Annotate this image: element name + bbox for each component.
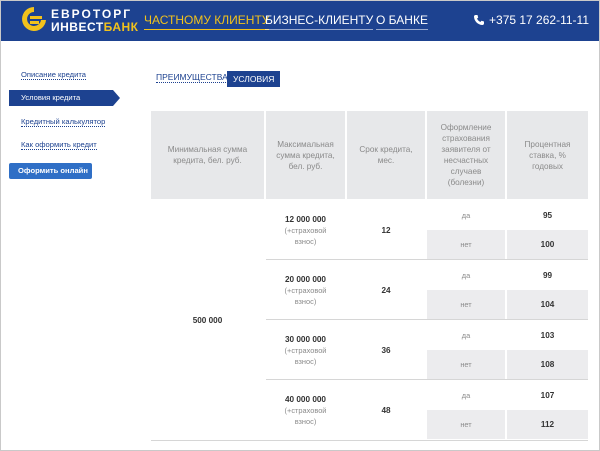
logo-mark-icon <box>22 7 46 31</box>
term-cell: 48 <box>381 405 391 415</box>
rate-cell: 112 <box>507 410 588 439</box>
tab-conditions[interactable]: УСЛОВИЯ <box>227 71 281 87</box>
insurance-cell: да <box>461 390 471 400</box>
table-header: Минимальная сумма кредита, бел. руб. Мак… <box>151 111 588 199</box>
insurance-cell: нет <box>427 410 505 439</box>
rate-cell: 104 <box>507 290 588 319</box>
max-amount-value: 30 000 000 <box>285 334 326 344</box>
sidebar-item-loan-conditions[interactable]: Условия кредита <box>9 90 113 106</box>
tab-advantages[interactable]: ПРЕИМУЩЕСТВА <box>156 72 228 83</box>
logo-line1: ЕВРОТОРГ <box>51 7 133 21</box>
max-amount-value: 12 000 000 <box>285 214 326 224</box>
insurance-cell: нет <box>427 290 505 319</box>
max-amount-cell: 20 000 000 (+страховой взнос) <box>266 260 345 320</box>
rate-cell: 99 <box>542 270 553 280</box>
column-header-rate: Процентная ставка, % годовых <box>524 139 571 171</box>
logo-line2: ИНВЕСТБАНК <box>51 20 139 34</box>
active-item-arrow <box>113 90 120 106</box>
rate-cell: 100 <box>507 230 588 259</box>
rate-cell: 108 <box>507 350 588 379</box>
insurance-fee-note: (+страховой взнос) <box>284 285 327 306</box>
sidebar-item-loan-description[interactable]: Описание кредита <box>21 70 86 80</box>
phone-icon <box>474 15 485 25</box>
column-header-insurance: Оформление страхования заявителя от несч… <box>440 123 492 187</box>
rate-cell: 95 <box>542 210 553 220</box>
nav-private-clients[interactable]: ЧАСТНОМУ КЛИЕНТУ <box>144 13 270 30</box>
rate-cell: 107 <box>540 390 555 400</box>
column-header-min-amount: Минимальная сумма кредита, бел. руб. <box>167 145 248 165</box>
page: ЕВРОТОРГ ИНВЕСТБАНК ЧАСТНОМУ КЛИЕНТУ БИЗ… <box>0 0 600 451</box>
phone-label: +375 17 262-11-11 <box>489 13 589 27</box>
sidebar-item-how-to-apply[interactable]: Как оформить кредит <box>21 140 97 150</box>
top-bar: ЕВРОТОРГ ИНВЕСТБАНК ЧАСТНОМУ КЛИЕНТУ БИЗ… <box>1 1 599 41</box>
term-cell: 12 <box>381 225 391 235</box>
insurance-cell: да <box>461 330 471 340</box>
insurance-fee-note: (+страховой взнос) <box>284 345 327 366</box>
max-amount-value: 20 000 000 <box>285 274 326 284</box>
term-cell: 24 <box>381 285 391 295</box>
max-amount-value: 40 000 000 <box>285 394 326 404</box>
sidebar-item-label: Кредитный калькулятор <box>21 117 106 127</box>
nav-about-bank[interactable]: О БАНКЕ <box>376 13 428 30</box>
logo-line2-a: ИНВЕСТ <box>51 20 104 34</box>
sidebar-item-loan-calculator[interactable]: Кредитный калькулятор <box>21 117 106 127</box>
sidebar-item-label: Как оформить кредит <box>21 140 97 150</box>
insurance-cell: да <box>461 270 471 280</box>
insurance-cell: да <box>461 210 471 220</box>
sidebar-item-label: Описание кредита <box>21 70 86 80</box>
apply-online-button[interactable]: Оформить онлайн <box>9 163 92 179</box>
rate-cell: 103 <box>540 330 555 340</box>
table-bottom-rule <box>151 440 588 441</box>
insurance-fee-note: (+страховой взнос) <box>284 225 327 246</box>
column-header-max-amount: Максимальная сумма кредита, бел. руб. <box>276 139 335 171</box>
min-amount-cell: 500 000 <box>192 315 223 325</box>
insurance-cell: нет <box>427 350 505 379</box>
max-amount-cell: 40 000 000 (+страховой взнос) <box>266 380 345 440</box>
logo-line2-b: БАНК <box>103 20 139 34</box>
column-header-term: Срок кредита, мес. <box>359 145 413 165</box>
max-amount-cell: 12 000 000 (+страховой взнос) <box>266 200 345 260</box>
max-amount-cell: 30 000 000 (+страховой взнос) <box>266 320 345 380</box>
insurance-fee-note: (+страховой взнос) <box>284 405 327 426</box>
nav-business-clients[interactable]: БИЗНЕС-КЛИЕНТУ <box>265 13 374 30</box>
insurance-cell: нет <box>427 230 505 259</box>
bank-logo[interactable]: ЕВРОТОРГ ИНВЕСТБАНК <box>21 6 139 36</box>
phone-number[interactable]: +375 17 262-11-11 <box>473 13 589 27</box>
term-cell: 36 <box>381 345 391 355</box>
